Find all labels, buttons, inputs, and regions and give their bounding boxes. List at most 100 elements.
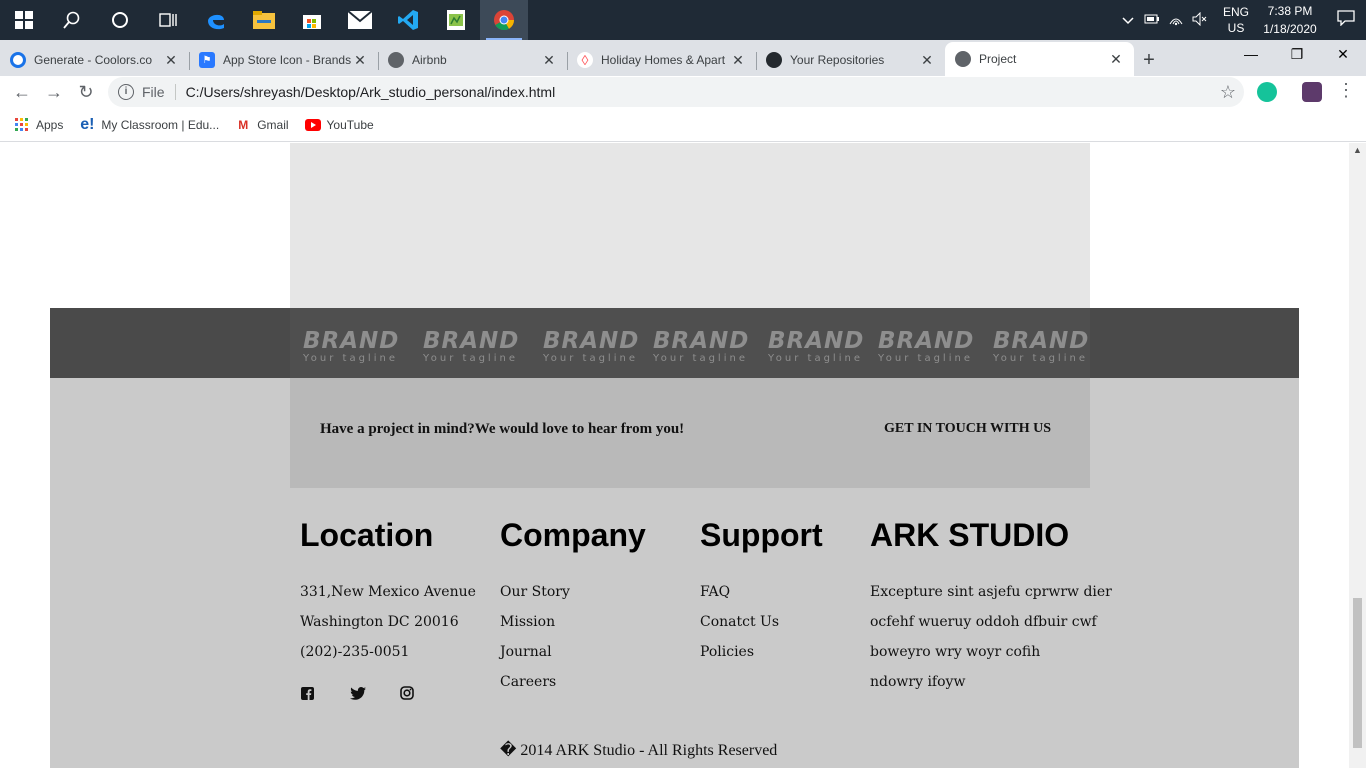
browser-toolbar: ← → ↻ i File C:/Users/shreyash/Desktop/A…	[0, 76, 1366, 108]
vscode-icon[interactable]	[384, 0, 432, 40]
brand-tagline: Your tagline	[543, 353, 638, 364]
language-indicator[interactable]: ENG US	[1218, 4, 1254, 36]
windows-start-icon[interactable]	[0, 0, 48, 40]
bookmark-my-classroom[interactable]: e! My Classroom | Edu...	[79, 116, 220, 133]
studio-description-line: ocfehf wueruy oddoh dfbuir cwf	[870, 614, 1097, 630]
youtube-icon	[304, 117, 321, 133]
clock[interactable]: 7:38 PM 1/18/2020	[1254, 2, 1326, 38]
instagram-icon[interactable]	[400, 686, 414, 700]
url-scheme: File	[142, 84, 176, 100]
minimize-icon[interactable]: —	[1228, 40, 1274, 70]
volume-muted-icon[interactable]	[1188, 11, 1212, 29]
brand-name: BRAND	[543, 328, 640, 354]
footer-link-journal[interactable]: Journal	[500, 644, 552, 660]
brand-name: BRAND	[993, 328, 1090, 354]
chrome-icon[interactable]	[480, 0, 528, 40]
file-explorer-icon[interactable]	[240, 0, 288, 40]
reload-icon[interactable]: ↻	[70, 82, 102, 103]
tab-project[interactable]: Project ✕	[945, 42, 1134, 76]
bookmark-label: My Classroom | Edu...	[101, 117, 220, 132]
coolors-favicon-icon	[10, 52, 26, 68]
twitter-icon[interactable]	[350, 686, 366, 700]
address-line: Washington DC 20016	[300, 614, 459, 630]
studio-description-line: Excepture sint asjefu cprwrw dier	[870, 584, 1112, 600]
flag-favicon-icon: ⚑	[199, 52, 215, 68]
close-tab-icon[interactable]: ✕	[352, 52, 368, 69]
url-text[interactable]: C:/Users/shreyash/Desktop/Ark_studio_per…	[186, 84, 556, 100]
close-tab-icon[interactable]: ✕	[919, 52, 935, 69]
mail-icon[interactable]	[336, 0, 384, 40]
brand-name: BRAND	[878, 328, 975, 354]
notifications-icon[interactable]	[1326, 9, 1366, 31]
airbnb-favicon-icon: ◊	[577, 52, 593, 68]
close-window-icon[interactable]: ✕	[1320, 40, 1366, 70]
language-code: ENG	[1222, 5, 1249, 19]
company-heading: Company	[500, 517, 646, 553]
footer-link-faq[interactable]: FAQ	[700, 584, 730, 600]
footer-link-contact-us[interactable]: Conatct Us	[700, 614, 779, 630]
task-view-icon[interactable]	[144, 0, 192, 40]
tab-strip: Generate - Coolors.co ✕ ⚑ App Store Icon…	[0, 40, 1366, 76]
brand-name: BRAND	[303, 328, 400, 354]
close-tab-icon[interactable]: ✕	[541, 52, 557, 69]
tab-coolors[interactable]: Generate - Coolors.co ✕	[0, 44, 189, 76]
gmail-icon: M	[238, 117, 249, 132]
store-icon[interactable]	[288, 0, 336, 40]
scroll-up-icon[interactable]: ▲	[1349, 145, 1366, 155]
tab-app-store-icon[interactable]: ⚑ App Store Icon - Brands ✕	[189, 44, 378, 76]
scrollbar-thumb[interactable]	[1353, 598, 1362, 748]
cortana-icon[interactable]	[96, 0, 144, 40]
footer-link-policies[interactable]: Policies	[700, 644, 754, 660]
brand-logo: BRAND Your tagline	[303, 328, 399, 364]
footer-link-careers[interactable]: Careers	[500, 674, 556, 690]
clock-time: 7:38 PM	[1267, 4, 1313, 18]
github-favicon-icon	[766, 52, 782, 68]
forward-icon[interactable]: →	[38, 82, 70, 103]
edge-icon[interactable]	[192, 0, 240, 40]
wifi-icon[interactable]	[1164, 12, 1188, 29]
page-scrollbar[interactable]: ▲	[1349, 143, 1366, 768]
address-bar[interactable]: i File C:/Users/shreyash/Desktop/Ark_stu…	[108, 77, 1244, 107]
info-icon[interactable]: i	[118, 84, 134, 100]
studio-heading: ARK STUDIO	[870, 517, 1070, 553]
restore-icon[interactable]: ❐	[1274, 40, 1320, 70]
bookmark-label: YouTube	[326, 117, 374, 132]
brand-tagline: Your tagline	[993, 353, 1088, 364]
bookmark-label: Gmail	[257, 117, 289, 132]
apps-grid-icon	[14, 117, 30, 133]
facebook-icon[interactable]	[300, 686, 314, 700]
studio-description-line: boweyro wry woyr cofih	[870, 644, 1041, 660]
battery-icon[interactable]	[1140, 13, 1164, 28]
copyright-text: � 2014 ARK Studio - All Rights Reserved	[500, 742, 778, 759]
brand-tagline: Your tagline	[653, 353, 748, 364]
grammarly-icon[interactable]	[1257, 82, 1277, 102]
brand-logo: BRAND Your tagline	[993, 328, 1089, 364]
get-in-touch-link[interactable]: GET IN TOUCH WITH US	[884, 421, 1051, 437]
search-icon[interactable]	[48, 0, 96, 40]
windows-taskbar: ENG US 7:38 PM 1/18/2020	[0, 0, 1366, 40]
chevron-up-icon[interactable]	[1116, 13, 1140, 28]
footer-link-our-story[interactable]: Our Story	[500, 584, 570, 600]
tab-airbnb[interactable]: Airbnb ✕	[378, 44, 567, 76]
notepad-icon[interactable]	[432, 0, 480, 40]
back-icon[interactable]: ←	[6, 82, 38, 103]
new-tab-button[interactable]: +	[1134, 44, 1164, 76]
region-code: US	[1227, 21, 1245, 35]
address-line: 331,New Mexico Avenue	[300, 584, 476, 600]
bookmark-apps[interactable]: Apps	[14, 117, 63, 133]
tab-your-repositories[interactable]: Your Repositories ✕	[756, 44, 945, 76]
close-tab-icon[interactable]: ✕	[730, 52, 746, 69]
brand-logo: BRAND Your tagline	[768, 328, 864, 364]
brand-logo: BRAND Your tagline	[878, 328, 974, 364]
profile-avatar[interactable]	[1302, 82, 1322, 102]
bookmark-gmail[interactable]: M Gmail	[235, 117, 288, 133]
menu-dots-icon[interactable]: ⋮	[1330, 80, 1362, 101]
tab-holiday-homes[interactable]: ◊ Holiday Homes & Apart ✕	[567, 44, 756, 76]
window-controls: — ❐ ✕	[1228, 40, 1366, 70]
cta-heading: Have a project in mind?We would love to …	[320, 421, 685, 437]
footer-link-mission[interactable]: Mission	[500, 614, 555, 630]
bookmark-youtube[interactable]: YouTube	[304, 117, 374, 133]
close-tab-icon[interactable]: ✕	[1108, 51, 1124, 68]
close-tab-icon[interactable]: ✕	[163, 52, 179, 69]
bookmark-star-icon[interactable]: ☆	[1220, 82, 1236, 103]
